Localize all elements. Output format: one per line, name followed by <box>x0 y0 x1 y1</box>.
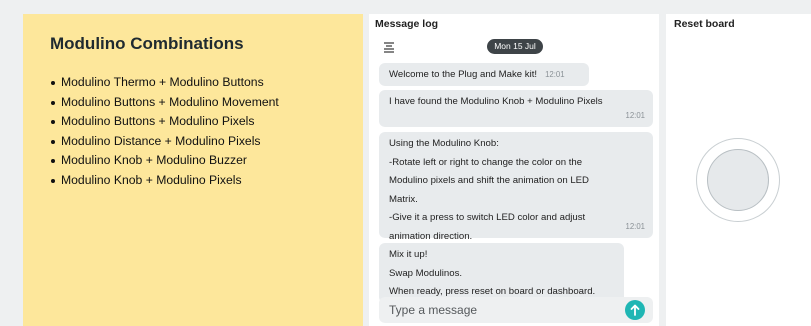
collapse-lines-icon[interactable] <box>383 41 395 53</box>
message-line: Swap Modulinos. <box>389 267 463 279</box>
message-line: Modulino pixels and shift the animation … <box>389 175 589 186</box>
message-time: 12:01 <box>545 70 565 79</box>
reset-button-ring <box>696 138 780 222</box>
message-bubble: Welcome to the Plug and Make kit! 12:01 <box>379 63 589 86</box>
reset-board-title: Reset board <box>674 18 735 30</box>
list-item: Modulino Thermo + Modulino Buttons <box>50 73 363 93</box>
message-log-title: Message log <box>375 18 439 30</box>
message-text: I have found the Modulino Knob + Modulin… <box>389 96 603 107</box>
reset-board-panel: Reset board <box>666 14 811 326</box>
message-line: -Rotate left or right to change the colo… <box>389 156 583 168</box>
message-log-panel: Message log Mon 15 Jul Welcome to the Pl… <box>369 14 659 326</box>
combinations-panel: Modulino Combinations Modulino Thermo + … <box>23 14 363 326</box>
message-composer <box>379 297 653 323</box>
message-line: Mix it up! <box>389 249 428 260</box>
message-bubble: Using the Modulino Knob: -Rotate left or… <box>379 132 653 242</box>
push-button-icon[interactable] <box>707 149 769 211</box>
message-line: -Give it a press to switch LED color and… <box>389 212 586 223</box>
list-item: Modulino Distance + Modulino Pixels <box>50 132 363 152</box>
message-line: Matrix. <box>389 193 418 205</box>
message-time: 12:01 <box>625 110 645 120</box>
message-input[interactable] <box>389 301 609 319</box>
arrow-up-icon <box>630 304 640 316</box>
message-time: 12:01 <box>625 221 645 231</box>
list-item: Modulino Knob + Modulino Buzzer <box>50 151 363 171</box>
send-button[interactable] <box>625 300 645 320</box>
message-line: Using the Modulino Knob: <box>389 138 499 149</box>
list-item: Modulino Knob + Modulino Pixels <box>50 171 363 191</box>
message-bubble: Mix it up! Swap Modulinos. When ready, p… <box>379 243 624 303</box>
list-item: Modulino Buttons + Modulino Movement <box>50 93 363 113</box>
combinations-title: Modulino Combinations <box>50 34 244 53</box>
message-bubble: I have found the Modulino Knob + Modulin… <box>379 90 653 127</box>
message-text: Welcome to the Plug and Make kit! <box>389 69 538 80</box>
date-separator: Mon 15 Jul <box>487 39 543 54</box>
list-item: Modulino Buttons + Modulino Pixels <box>50 112 363 132</box>
combinations-list: Modulino Thermo + Modulino Buttons Modul… <box>50 73 363 191</box>
